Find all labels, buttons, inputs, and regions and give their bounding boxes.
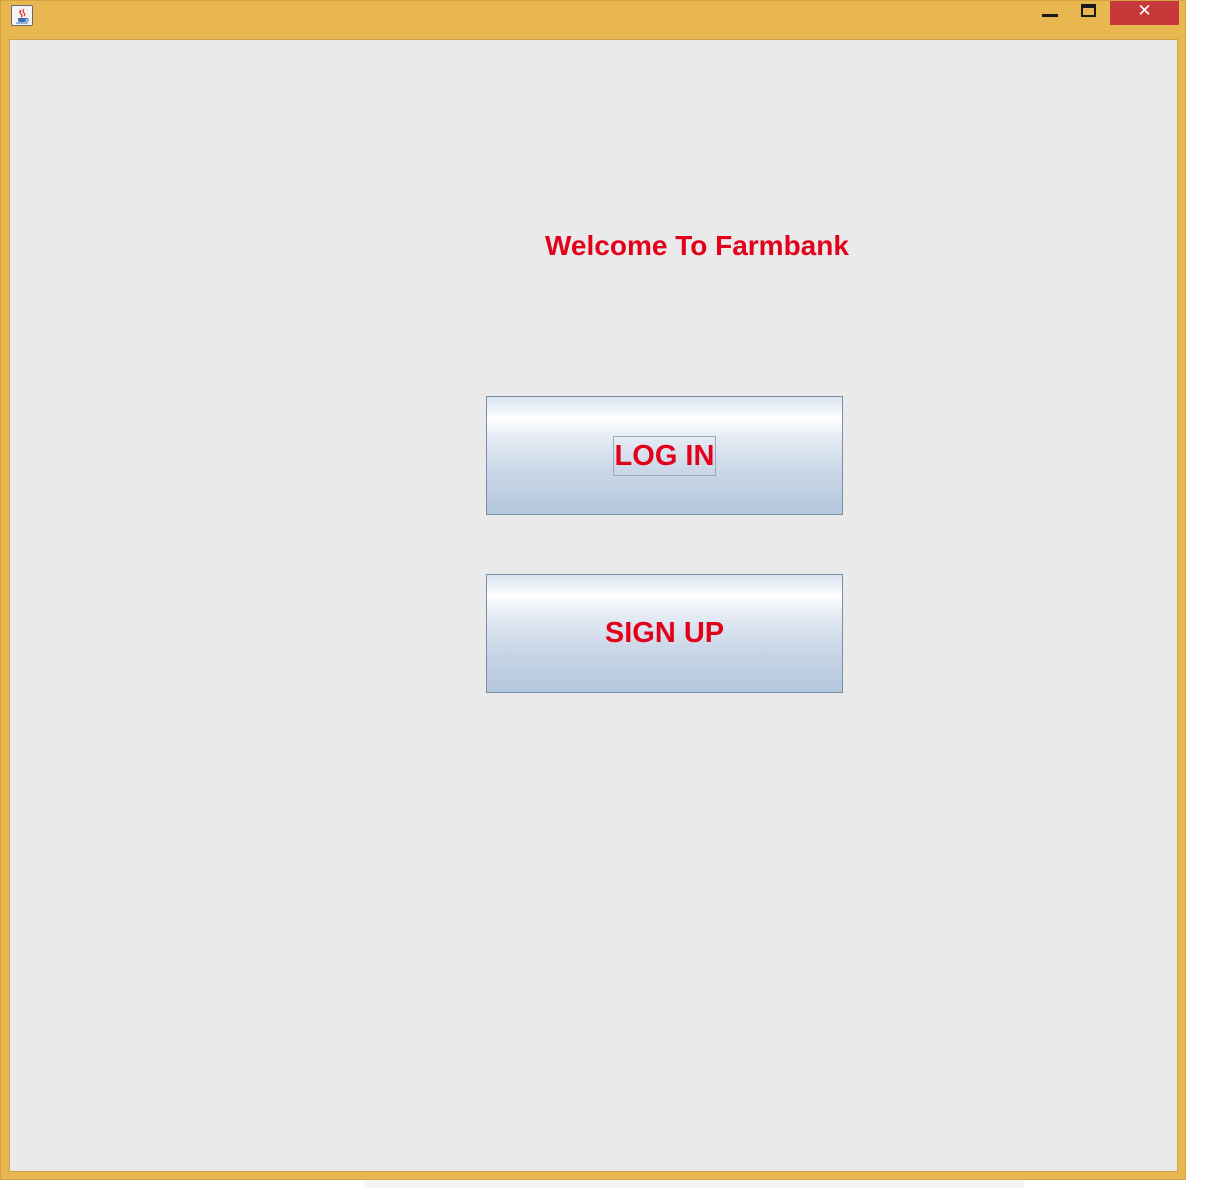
maximize-icon (1081, 4, 1096, 17)
close-button[interactable]: ✕ (1110, 1, 1179, 25)
login-button[interactable]: LOG IN (486, 396, 843, 515)
signup-button[interactable]: SIGN UP (486, 574, 843, 693)
signup-button-label: SIGN UP (604, 617, 725, 649)
java-coffee-cup-icon[interactable] (11, 5, 33, 26)
title-bar[interactable]: ✕ (1, 1, 1187, 39)
maximize-button[interactable] (1075, 1, 1103, 25)
minimize-button[interactable] (1035, 1, 1063, 25)
content-panel: Welcome To Farmbank LOG IN SIGN UP (9, 39, 1178, 1172)
login-button-label: LOG IN (612, 435, 717, 476)
welcome-heading: Welcome To Farmbank (545, 230, 849, 261)
close-icon: ✕ (1137, 1, 1152, 21)
background-strip (364, 1180, 1024, 1188)
minimize-icon (1042, 14, 1058, 17)
app-window: ✕ Welcome To Farmbank LOG IN SIGN UP (0, 0, 1186, 1180)
